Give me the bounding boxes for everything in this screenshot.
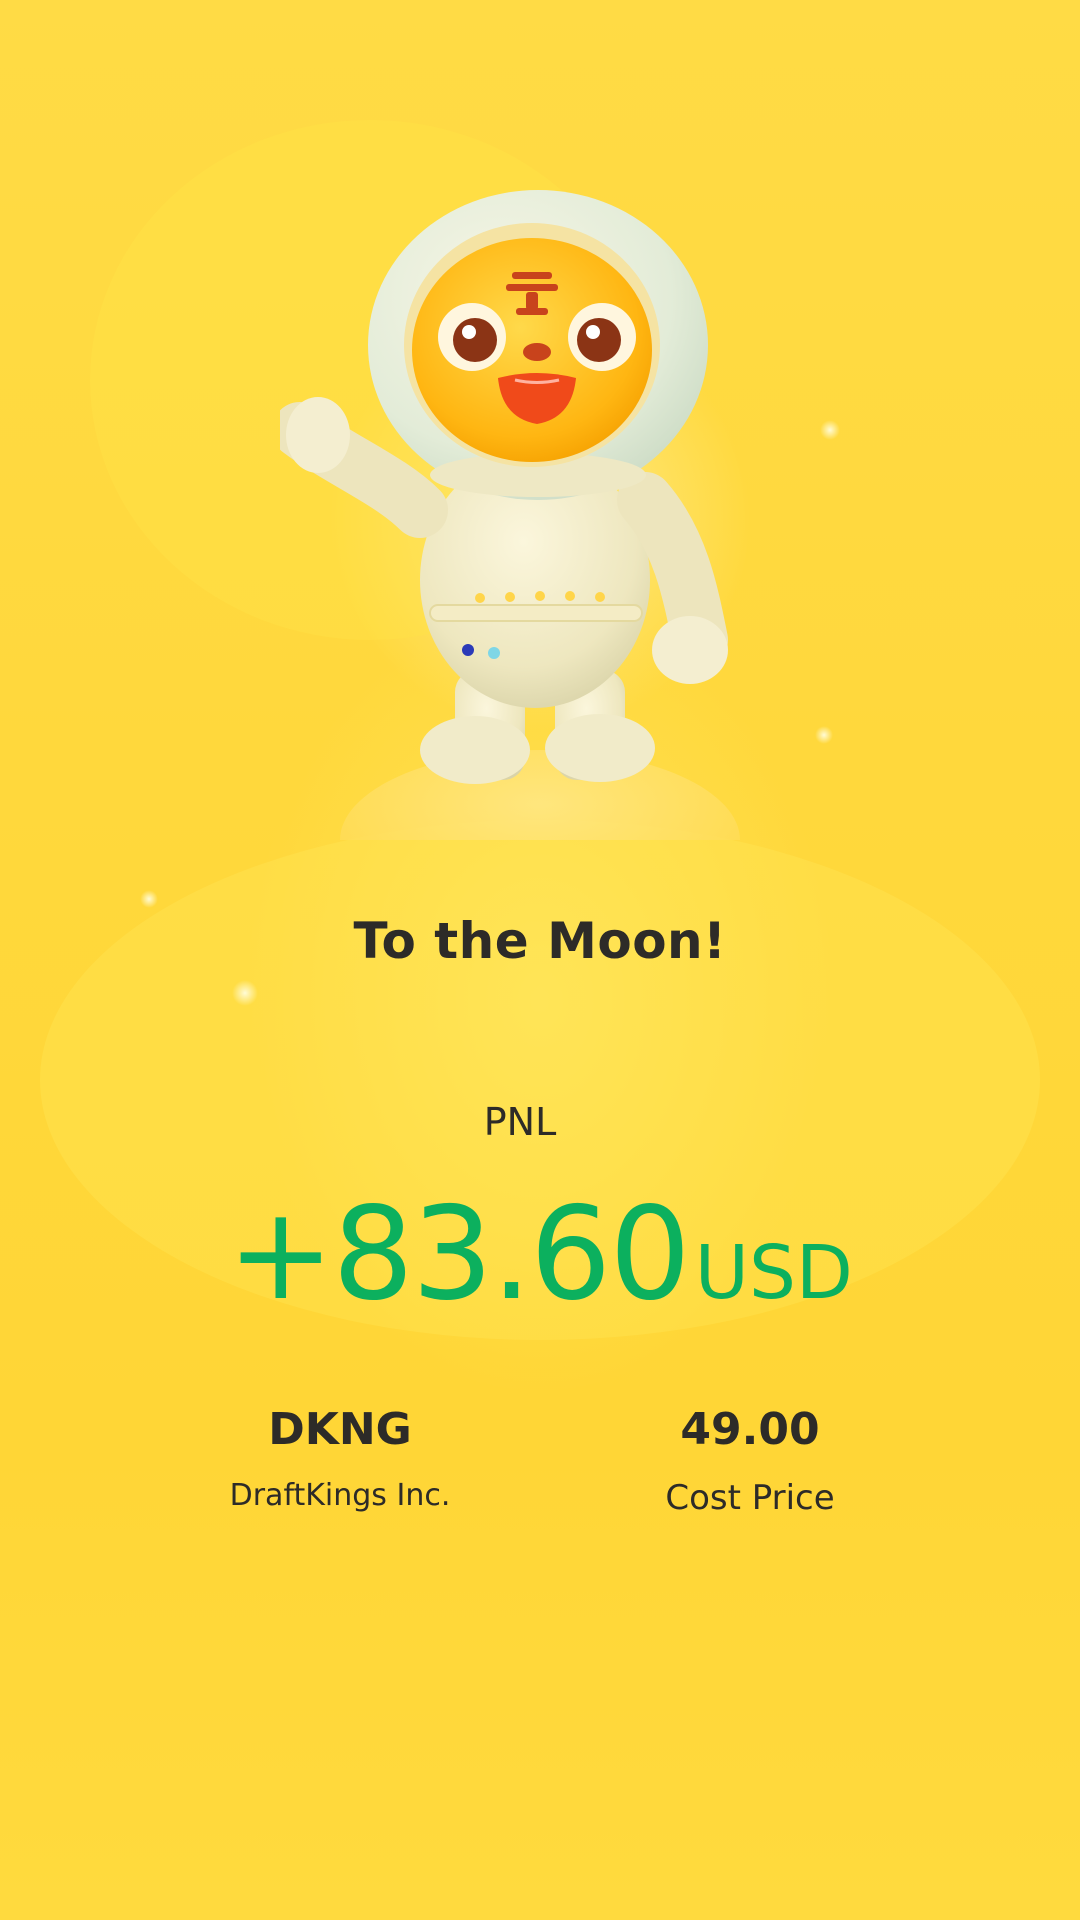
pnl-value: +83.60 [227,1180,691,1329]
stock-info: DKNG DraftKings Inc. [190,1400,490,1518]
sparkle [140,890,158,908]
astronaut-tiger-mascot [280,180,760,840]
headline: To the Moon! [353,912,727,970]
stock-ticker: DKNG [268,1404,412,1455]
stock-name: DraftKings Inc. [229,1478,451,1513]
sparkle [815,726,833,744]
sparkle [232,980,258,1006]
cost-info: 49.00 Cost Price [600,1400,900,1520]
pnl-amount: +83.60USD [0,1180,1080,1329]
cost-price-value: 49.00 [680,1404,820,1455]
cost-price-label: Cost Price [665,1478,835,1518]
pnl-label: PNL [483,1100,557,1144]
sparkle [820,420,840,440]
pnl-unit: USD [694,1230,853,1316]
